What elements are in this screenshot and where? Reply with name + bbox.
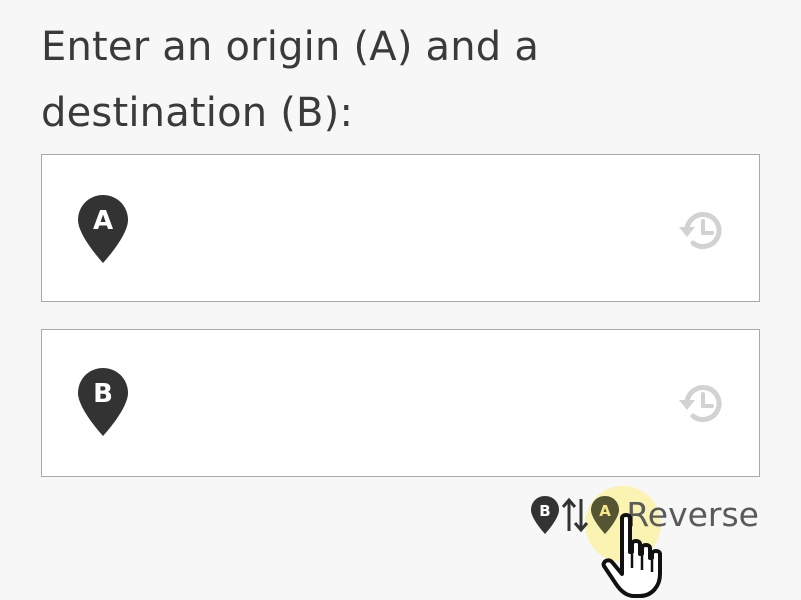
map-pin-icon: A <box>591 496 620 534</box>
map-pin-icon: A <box>78 195 128 263</box>
destination-field[interactable]: B <box>41 329 760 478</box>
origin-input[interactable] <box>162 155 686 303</box>
history-icon[interactable] <box>675 378 731 430</box>
origin-marker-letter: A <box>93 206 113 236</box>
reverse-label[interactable]: Reverse <box>626 490 759 540</box>
reverse-button[interactable]: B A Reverse <box>530 490 759 540</box>
reverse-icon-group: B A <box>530 490 620 540</box>
instructions-heading: Enter an origin (A) and a destination (B… <box>41 24 540 136</box>
map-pin-icon: B <box>531 496 560 534</box>
swap-vertical-icon <box>562 497 589 533</box>
reverse-letter-b: B <box>540 502 551 520</box>
map-pin-icon: B <box>78 368 128 436</box>
destination-marker-letter: B <box>93 379 113 409</box>
history-icon[interactable] <box>675 205 731 257</box>
directions-panel: Enter an origin (A) and a destination (B… <box>0 0 801 600</box>
reverse-letter-a: A <box>600 502 612 520</box>
origin-field[interactable]: A <box>41 154 760 303</box>
destination-input[interactable] <box>162 330 686 478</box>
